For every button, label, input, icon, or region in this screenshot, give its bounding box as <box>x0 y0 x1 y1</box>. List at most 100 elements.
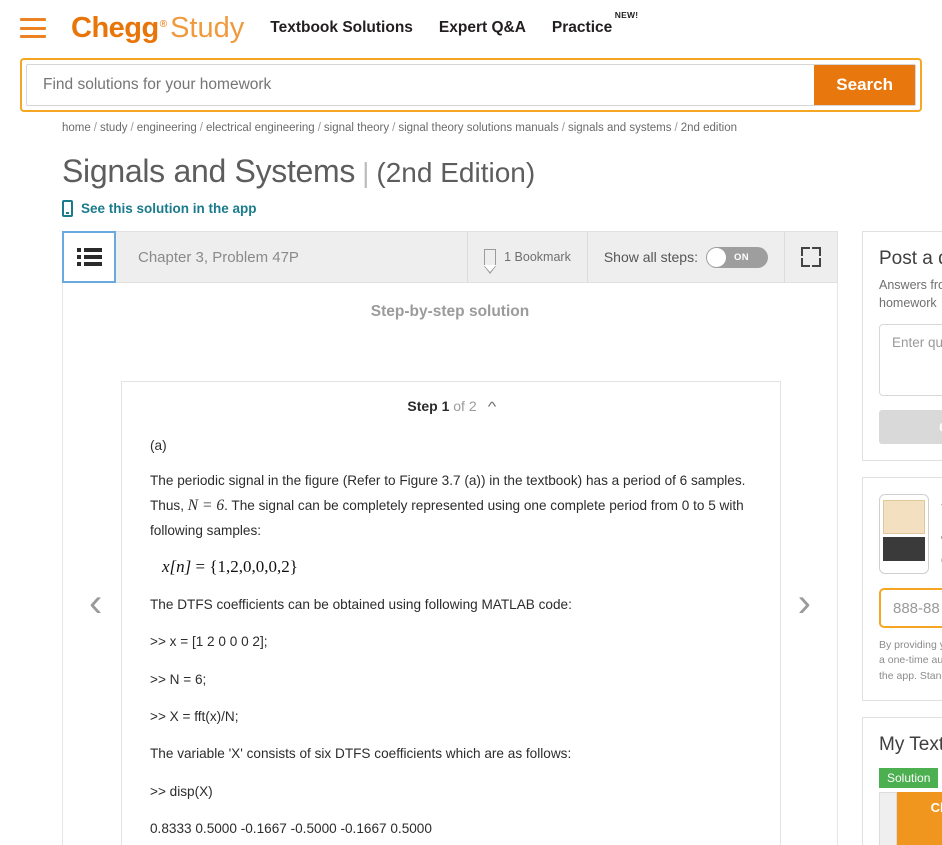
problem-list-button[interactable] <box>62 231 116 283</box>
list-icon-row <box>76 255 102 259</box>
main-nav: Textbook Solutions Expert Q&A Practice N… <box>270 10 638 37</box>
nav-item-textbook-solutions[interactable]: Textbook Solutions <box>270 19 413 37</box>
list-icon <box>76 248 102 266</box>
fullscreen-button[interactable] <box>784 232 837 282</box>
phone-body-graphic <box>883 537 925 562</box>
breadcrumb-item-study[interactable]: study <box>100 122 128 134</box>
hamburger-bar <box>20 26 46 30</box>
book-cover-label: Chegg <box>930 799 942 815</box>
show-all-steps-control: Show all steps: ON <box>586 232 784 282</box>
toggle-knob <box>707 247 726 267</box>
breadcrumb-separator: / <box>199 122 203 134</box>
dtfs-coefficients-output: 0.8333 0.5000 -0.1667 -0.5000 -0.1667 0.… <box>150 821 432 837</box>
nav-label: Textbook Solutions <box>270 19 413 36</box>
chegg-study-logo[interactable]: Chegg ® Study <box>71 12 244 45</box>
breadcrumb-separator: / <box>130 122 134 134</box>
page-root: Chegg ® Study Textbook Solutions Expert … <box>0 0 942 845</box>
logo-chegg-text: Chegg <box>71 11 159 44</box>
phone-illustration-icon <box>879 494 929 575</box>
equation-xn-samples: x[n] = {1,2,0,0,0,2} <box>162 557 752 577</box>
legal-line-2: a one-time au <box>879 654 942 667</box>
search-button[interactable]: Search <box>814 65 915 105</box>
page-title-text: Signals and Systems <box>62 153 356 189</box>
site-header: Chegg ® Study Textbook Solutions Expert … <box>0 0 942 56</box>
post-question-subtitle: Answers fro homework <box>879 276 942 312</box>
page-title: Signals and Systems | (2nd Edition) <box>62 153 942 190</box>
post-question-submit-button[interactable]: C <box>879 410 942 445</box>
chapter-problem-label: Chapter 3, Problem 47P <box>138 248 299 266</box>
bookmark-icon <box>483 249 497 274</box>
previous-problem-arrow[interactable]: ‹ <box>89 583 102 623</box>
breadcrumb-item-signals-and-systems[interactable]: signals and systems <box>568 122 672 134</box>
hamburger-bar <box>20 18 46 21</box>
breadcrumb-separator: / <box>561 122 565 134</box>
nav-item-practice[interactable]: Practice NEW! <box>552 10 638 37</box>
subtitle-line-2: homework <box>879 296 937 311</box>
post-question-title: Post a q <box>879 248 942 269</box>
snap-row: Sn ph We do <box>879 494 942 575</box>
breadcrumb-item-signal-theory[interactable]: signal theory <box>324 122 389 134</box>
legal-line-1: By providing y <box>879 639 942 652</box>
search-input[interactable] <box>27 65 815 105</box>
page-edition-text: (2nd Edition) <box>376 157 536 188</box>
step-number-label: Step 1 <box>407 398 450 414</box>
registered-mark-icon: ® <box>159 18 168 30</box>
subtitle-line-1: Answers fro <box>879 278 942 292</box>
matlab-code-line-4: >> disp(X) <box>150 783 213 799</box>
equation-rhs: {1,2,0,0,0,2} <box>209 556 298 576</box>
breadcrumb-item-engineering[interactable]: engineering <box>137 122 197 134</box>
breadcrumb-item-solutions-manuals[interactable]: signal theory solutions manuals <box>398 122 558 134</box>
paragraph-text-b: . The signal can be completely represent… <box>150 497 744 539</box>
phone-screen-graphic <box>883 500 925 535</box>
breadcrumb-separator: / <box>674 122 678 134</box>
phone-number-input[interactable]: 888-88 <box>879 588 942 629</box>
breadcrumb-item-2nd-edition[interactable]: 2nd edition <box>681 122 737 134</box>
matlab-code-line-3: >> X = fft(x)/N; <box>150 708 239 724</box>
breadcrumb: home / study / engineering / electrical engine… <box>62 122 942 134</box>
solution-panel: Step-by-step solution ‹ › Step 1 of 2 ^ … <box>62 283 838 845</box>
solution-toolbar: Chapter 3, Problem 47P 1 Bookmark Show a… <box>62 231 838 283</box>
matlab-code-line-1: >> x = [1 2 0 0 0 2]; <box>150 634 268 650</box>
breadcrumb-separator: / <box>317 122 321 134</box>
next-problem-arrow[interactable]: › <box>798 583 811 623</box>
app-link-label: See this solution in the app <box>81 201 257 216</box>
legal-line-3: the app. Stand <box>879 669 942 682</box>
hamburger-bar <box>20 35 46 38</box>
search-bar: Search <box>20 58 922 112</box>
show-all-steps-toggle[interactable]: ON <box>706 246 768 268</box>
question-textarea[interactable]: Enter qu <box>879 324 942 397</box>
step-total-label: of 2 <box>453 398 477 414</box>
equation-lhs: x[n] <box>162 556 192 576</box>
chevron-up-icon[interactable]: ^ <box>487 399 496 414</box>
logo-study-text: Study <box>170 11 245 44</box>
equation-equals: = <box>195 556 206 576</box>
inline-math-n-equals-6: N = 6 <box>187 496 225 514</box>
book-thumbnail[interactable]: Chegg <box>879 791 942 845</box>
bookmark-button[interactable]: 1 Bookmark <box>467 232 587 282</box>
matlab-code-line-2: >> N = 6; <box>150 671 207 687</box>
book-spine-graphic <box>879 791 897 845</box>
book-cover-graphic: Chegg <box>896 791 942 845</box>
solution-paragraph-3: The variable 'X' consists of six DTFS co… <box>150 746 572 762</box>
mobile-phone-icon <box>62 200 73 217</box>
my-textbooks-title: My Text <box>879 733 942 755</box>
post-question-card: Post a q Answers fro homework Enter qu C <box>862 231 942 462</box>
right-sidebar: Post a q Answers fro homework Enter qu C… <box>862 231 942 845</box>
part-label: (a) <box>150 438 167 453</box>
hamburger-menu-icon[interactable] <box>20 18 46 38</box>
snap-legal-text: By providing y a one-time au the app. St… <box>879 638 942 684</box>
breadcrumb-item-electrical-engineering[interactable]: electrical engineering <box>206 122 315 134</box>
nav-new-badge: NEW! <box>614 10 639 20</box>
solutions-badge: Solution <box>879 767 939 788</box>
title-divider: | <box>362 157 370 188</box>
solution-paragraph-1: The periodic signal in the figure (Refer… <box>150 469 752 542</box>
show-all-steps-label: Show all steps: <box>603 249 698 265</box>
breadcrumb-item-home[interactable]: home <box>62 122 91 134</box>
breadcrumb-separator: / <box>392 122 396 134</box>
expand-icon <box>801 247 821 267</box>
step-card-1: Step 1 of 2 ^ (a) The periodic signal in… <box>121 381 781 845</box>
search-inner: Search <box>26 64 916 106</box>
nav-item-expert-qa[interactable]: Expert Q&A <box>439 19 526 37</box>
toggle-state-label: ON <box>734 251 749 263</box>
see-solution-in-app-link[interactable]: See this solution in the app <box>62 200 942 217</box>
